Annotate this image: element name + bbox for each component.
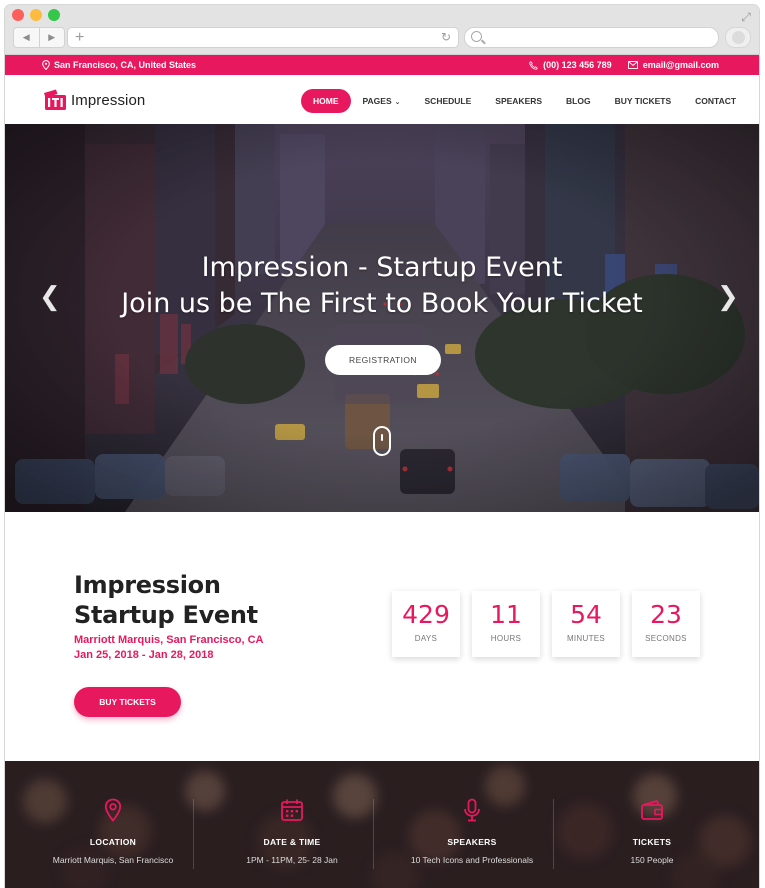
- feature-title: TICKETS: [632, 837, 672, 847]
- chevron-down-icon: ⌄: [394, 99, 401, 106]
- history-buttons: ◀ ▶: [13, 27, 65, 48]
- nav-menu: HOME PAGES ⌄ SCHEDULE SPEAKERS BLOG BUY T…: [301, 89, 748, 113]
- nav-item-contact[interactable]: CONTACT: [683, 89, 748, 113]
- back-button[interactable]: ◀: [14, 28, 39, 47]
- countdown-label: DAYS: [414, 634, 438, 643]
- browser-toolbar: ⤢ ◀ ▶ + ↻: [5, 5, 759, 55]
- close-window-button[interactable]: [12, 9, 24, 21]
- feature-detail: 10 Tech Icons and Professionals: [410, 855, 534, 865]
- contact-info-bar: San Francisco, CA, United States (00) 12…: [5, 55, 759, 75]
- nav-item-home[interactable]: HOME: [301, 89, 351, 113]
- countdown-seconds: 23 SECONDS: [632, 591, 700, 657]
- location-text: San Francisco, CA, United States: [54, 60, 197, 70]
- location-pin-icon: [104, 798, 122, 822]
- countdown-value: 11: [490, 600, 522, 629]
- countdown-label: MINUTES: [566, 634, 606, 643]
- fullscreen-icon[interactable]: ⤢: [739, 10, 753, 24]
- wallet-icon: [641, 799, 663, 820]
- feature-detail: 150 People: [630, 855, 674, 865]
- brand-name: Impression: [71, 91, 146, 109]
- event-title: Impression Startup Event: [74, 570, 258, 630]
- scroll-down-mouse-icon[interactable]: [373, 426, 391, 456]
- registration-button[interactable]: REGISTRATION: [325, 345, 441, 375]
- phone-link[interactable]: (00) 123 456 789: [543, 55, 612, 75]
- feature-title: DATE & TIME: [263, 837, 321, 847]
- countdown-value: 54: [570, 600, 602, 629]
- zoom-window-button[interactable]: [48, 9, 60, 21]
- countdown-value: 23: [650, 600, 682, 629]
- search-icon: [471, 31, 482, 42]
- feature-title: LOCATION: [89, 837, 137, 847]
- feature-detail: Marriott Marquis, San Francisco: [52, 855, 174, 865]
- nav-item-blog[interactable]: BLOG: [554, 89, 603, 113]
- hero-heading-line1: Impression - Startup Event: [201, 252, 563, 283]
- feature-divider: [553, 799, 554, 869]
- hero-heading-line2: Join us be The First to Book Your Ticket: [121, 288, 643, 319]
- reload-icon[interactable]: ↻: [441, 28, 451, 47]
- feature-title: SPEAKERS: [447, 837, 497, 847]
- email-link[interactable]: email@gmail.com: [643, 55, 719, 75]
- nav-item-schedule[interactable]: SCHEDULE: [413, 89, 484, 113]
- event-details: Marriott Marquis, San Francisco, CA Jan …: [74, 633, 263, 663]
- hero-heading: Impression - Startup Event Join us be Th…: [5, 250, 759, 322]
- impression-logo-icon: [44, 89, 66, 110]
- event-venue: Marriott Marquis, San Francisco, CA: [74, 634, 264, 646]
- feature-detail: 1PM - 11PM, 25- 28 Jan: [246, 855, 338, 865]
- hero-slider: ❮ ❯ Impression - Startup Event Join us b…: [5, 124, 759, 512]
- microphone-icon: [464, 798, 480, 822]
- event-title-line2: Startup Event: [74, 601, 258, 629]
- feature-location: LOCATION Marriott Marquis, San Francisco: [23, 761, 203, 888]
- event-features-section: LOCATION Marriott Marquis, San Francisco…: [5, 761, 759, 888]
- calendar-icon: [281, 799, 303, 821]
- event-dates: Jan 25, 2018 - Jan 28, 2018: [74, 649, 214, 661]
- countdown-days: 429 DAYS: [392, 591, 460, 657]
- countdown-label: HOURS: [490, 634, 522, 643]
- nav-item-speakers[interactable]: SPEAKERS: [483, 89, 554, 113]
- site-logo[interactable]: Impression: [43, 89, 145, 111]
- feature-date-time: DATE & TIME 1PM - 11PM, 25- 28 Jan: [202, 761, 382, 888]
- countdown-hours: 11 HOURS: [472, 591, 540, 657]
- nav-item-pages-label: PAGES: [362, 96, 392, 106]
- countdown-minutes: 54 MINUTES: [552, 591, 620, 657]
- forward-button[interactable]: ▶: [38, 28, 65, 47]
- phone-icon: [529, 60, 538, 70]
- envelope-icon: [627, 61, 638, 69]
- main-navbar: Impression HOME PAGES ⌄ SCHEDULE SPEAKERS…: [5, 75, 759, 125]
- feature-tickets: TICKETS 150 People: [562, 761, 742, 888]
- address-bar[interactable]: + ↻: [67, 27, 459, 48]
- browser-window: ⤢ ◀ ▶ + ↻ San Francisco, CA, United Stat…: [5, 5, 759, 888]
- new-tab-icon[interactable]: +: [75, 28, 84, 47]
- minimize-window-button[interactable]: [30, 9, 42, 21]
- map-pin-icon: [42, 60, 50, 70]
- location-info: San Francisco, CA, United States: [42, 55, 196, 75]
- buy-tickets-button[interactable]: BUY TICKETS: [74, 687, 181, 717]
- extension-button[interactable]: [725, 27, 751, 48]
- feature-speakers: SPEAKERS 10 Tech Icons and Professionals: [382, 761, 562, 888]
- nav-item-pages[interactable]: PAGES ⌄: [351, 89, 413, 113]
- countdown-label: SECONDS: [645, 634, 687, 643]
- feature-divider: [373, 799, 374, 869]
- event-title-line1: Impression: [74, 571, 221, 599]
- countdown-value: 429: [402, 600, 450, 629]
- nav-item-buy-tickets[interactable]: BUY TICKETS: [603, 89, 684, 113]
- feature-divider: [193, 799, 194, 869]
- browser-search-input[interactable]: [464, 27, 719, 48]
